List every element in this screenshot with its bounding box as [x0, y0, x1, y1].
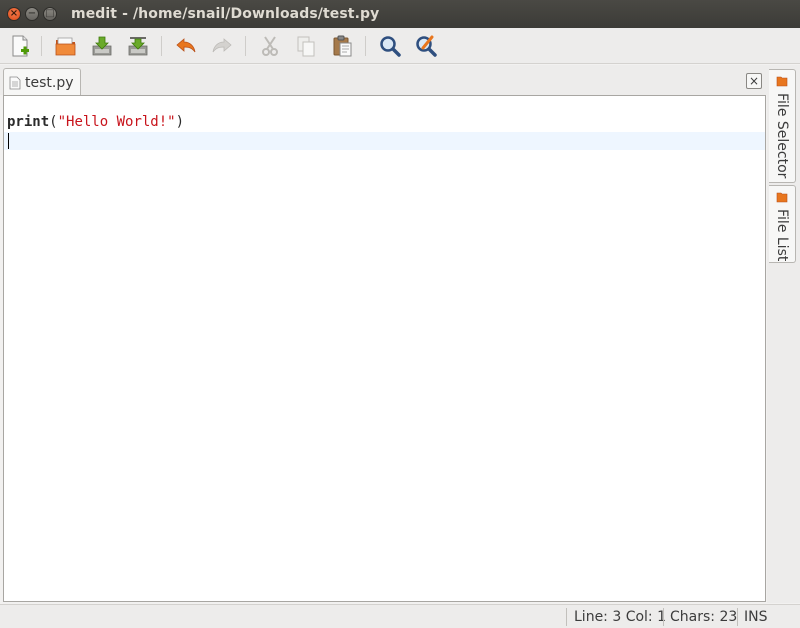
status-separator — [566, 608, 567, 626]
char-count: Chars: 23 — [670, 609, 738, 625]
cut-button[interactable] — [256, 32, 284, 60]
code-editor[interactable]: print("Hello World!") — [3, 95, 766, 602]
tab-label: test.py — [25, 74, 74, 91]
undo-icon — [176, 38, 196, 53]
close-window-button[interactable]: × — [7, 7, 21, 21]
paste-icon — [333, 35, 352, 57]
redo-button[interactable] — [208, 32, 236, 60]
cut-icon — [262, 36, 278, 56]
toolbar-separator — [161, 36, 162, 56]
side-tab-label: File List — [774, 209, 790, 262]
cursor-position: Line: 3 Col: 1 — [574, 609, 667, 625]
find-button[interactable] — [376, 32, 404, 60]
tab-strip: test.py × — [0, 65, 768, 96]
find-replace-icon — [416, 35, 437, 57]
code-string: "Hello World!" — [57, 114, 176, 130]
folder-icon — [776, 192, 788, 203]
toolbar-separator — [365, 36, 366, 56]
text-cursor — [8, 133, 9, 149]
new-file-button[interactable] — [6, 32, 34, 60]
side-tab-label: File Selector — [774, 93, 790, 179]
open-folder-icon — [55, 37, 76, 56]
toolbar — [0, 28, 800, 64]
side-tab-file-list[interactable]: File List — [769, 185, 796, 263]
status-bar: Line: 3 Col: 1 Chars: 23 INS — [0, 604, 800, 628]
status-separator — [663, 608, 664, 626]
status-separator — [737, 608, 738, 626]
find-replace-button[interactable] — [412, 32, 440, 60]
toolbar-separator — [41, 36, 42, 56]
new-document-icon — [12, 35, 29, 57]
save-as-button[interactable] — [124, 32, 152, 60]
open-button[interactable] — [52, 32, 80, 60]
copy-button[interactable] — [292, 32, 320, 60]
paste-button[interactable] — [328, 32, 356, 60]
code-keyword: print — [7, 114, 50, 130]
minimize-window-button[interactable]: − — [25, 7, 39, 21]
text-file-icon — [9, 76, 21, 89]
copy-icon — [297, 36, 315, 57]
current-line — [4, 132, 765, 150]
window-title: medit - /home/snail/Downloads/test.py — [71, 6, 380, 22]
side-tab-file-selector[interactable]: File Selector — [769, 69, 796, 183]
insert-mode[interactable]: INS — [744, 608, 768, 626]
redo-icon — [212, 38, 232, 53]
tab-test-py[interactable]: test.py — [3, 68, 81, 96]
title-bar: × − □ medit - /home/snail/Downloads/test… — [0, 0, 800, 28]
save-button[interactable] — [88, 32, 116, 60]
window-controls: × − □ — [7, 7, 57, 21]
search-icon — [380, 36, 401, 57]
folder-icon — [776, 76, 788, 87]
save-icon — [92, 36, 112, 56]
maximize-window-button[interactable]: □ — [43, 7, 57, 21]
toolbar-separator — [245, 36, 246, 56]
code-line: print("Hello World!") — [4, 113, 765, 131]
code-punctuation: ( — [49, 114, 58, 130]
undo-button[interactable] — [172, 32, 200, 60]
code-punctuation: ) — [175, 114, 185, 130]
save-as-icon — [128, 37, 148, 56]
close-tab-button[interactable]: × — [746, 73, 762, 89]
side-panel: File Selector File List — [767, 65, 800, 603]
